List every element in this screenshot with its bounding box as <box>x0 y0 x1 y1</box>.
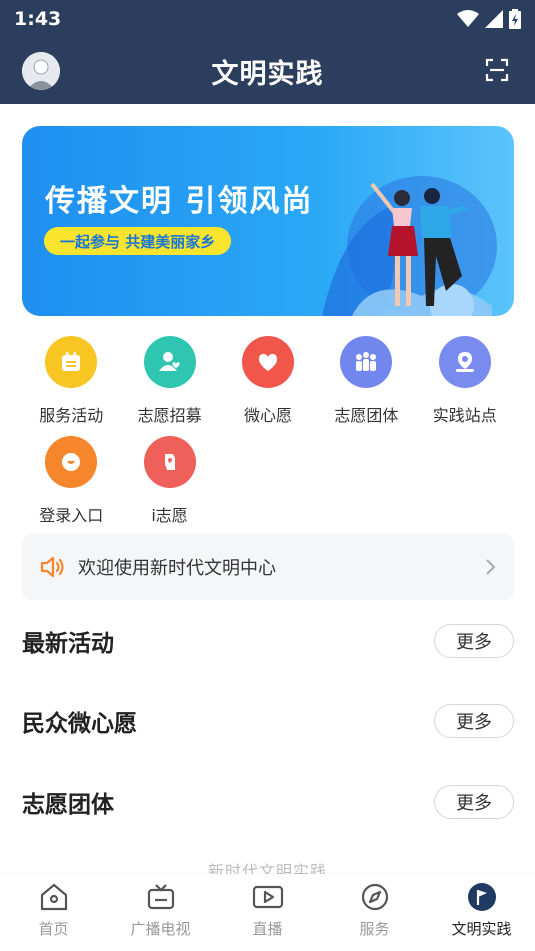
tab-home[interactable]: 首页 <box>0 874 107 951</box>
calendar-icon <box>45 336 98 388</box>
tab-broadcast-tv[interactable]: 广播电视 <box>107 874 214 951</box>
user-avatar-icon <box>22 52 60 90</box>
feature-volunteer-recruit[interactable]: 志愿招募 <box>120 336 218 436</box>
feature-service-activity[interactable]: 服务活动 <box>22 336 120 436</box>
feature-label: 登录入口 <box>39 506 104 525</box>
more-button[interactable]: 更多 <box>434 785 514 819</box>
feature-row: 服务活动 志愿招募 微心愿 志愿团体 实践站点 <box>22 336 514 436</box>
section-title: 志愿团体 <box>22 792 114 818</box>
heart-icon <box>241 336 294 388</box>
compass-icon <box>361 883 388 911</box>
group-icon <box>340 336 393 388</box>
tab-label: 直播 <box>252 920 283 938</box>
page-title: 文明实践 <box>211 58 324 90</box>
tv-icon <box>147 884 174 910</box>
chevron-right-icon <box>486 559 496 575</box>
banner-illustration <box>322 176 497 316</box>
flag-icon <box>467 883 496 911</box>
section-title: 民众微心愿 <box>22 711 137 737</box>
feature-label: 服务活动 <box>39 406 104 425</box>
app-header: 文明实践 <box>0 38 535 104</box>
feature-label: 志愿招募 <box>137 406 202 425</box>
bottom-tab-bar: 首页 广播电视 直播 服务 文明实践 <box>0 874 535 951</box>
hand-icon <box>143 436 196 488</box>
promo-banner[interactable]: 传播文明 引领风尚 一起参与 共建美丽家乡 <box>22 126 514 316</box>
feature-row: 登录入口 i志愿 <box>22 436 514 536</box>
tab-live[interactable]: 直播 <box>214 874 321 951</box>
tab-label: 服务 <box>359 920 390 938</box>
section-volunteer-groups: 志愿团体 更多 <box>22 782 514 822</box>
battery-icon <box>509 9 521 29</box>
notice-bar[interactable]: 欢迎使用新时代文明中心 <box>22 534 514 600</box>
banner-subline: 一起参与 共建美丽家乡 <box>44 227 232 255</box>
tab-label: 文明实践 <box>451 920 512 938</box>
feature-practice-station[interactable]: 实践站点 <box>416 336 514 436</box>
feature-micro-wish[interactable]: 微心愿 <box>219 336 317 436</box>
section-micro-wishes: 民众微心愿 更多 <box>22 701 514 741</box>
tab-service[interactable]: 服务 <box>321 874 428 951</box>
tab-label: 广播电视 <box>130 920 191 938</box>
person-heart-icon <box>143 336 196 388</box>
more-button[interactable]: 更多 <box>434 624 514 658</box>
feature-label: 实践站点 <box>432 406 497 425</box>
status-bar: 1:43 <box>0 0 535 38</box>
signal-icon <box>485 10 503 28</box>
notice-text: 欢迎使用新时代文明中心 <box>78 558 276 579</box>
feature-login-entry[interactable]: 登录入口 <box>22 436 120 536</box>
tab-label: 首页 <box>38 920 69 938</box>
more-button[interactable]: 更多 <box>434 704 514 738</box>
status-time: 1:43 <box>14 8 62 30</box>
scan-icon <box>485 58 509 82</box>
section-latest-activities: 最新活动 更多 <box>22 621 514 661</box>
location-icon <box>438 336 491 388</box>
scan-button[interactable] <box>485 58 509 82</box>
login-icon <box>45 436 98 488</box>
system-icons <box>457 9 521 29</box>
feature-i-volunteer[interactable]: i志愿 <box>120 436 218 536</box>
feature-volunteer-group[interactable]: 志愿团体 <box>317 336 415 436</box>
video-icon <box>252 885 283 909</box>
wifi-icon <box>457 10 479 27</box>
feature-label: 志愿团体 <box>334 406 399 425</box>
feature-grid: 服务活动 志愿招募 微心愿 志愿团体 实践站点 登录入口 i志愿 <box>22 336 514 536</box>
feature-label: i志愿 <box>151 506 188 525</box>
feature-label: 微心愿 <box>243 406 292 425</box>
banner-headline: 传播文明 引领风尚 <box>45 184 314 219</box>
avatar[interactable] <box>22 52 60 90</box>
tab-civilization-practice[interactable]: 文明实践 <box>428 874 535 951</box>
home-icon <box>40 883 67 911</box>
speaker-icon <box>40 556 64 578</box>
section-title: 最新活动 <box>22 631 114 657</box>
